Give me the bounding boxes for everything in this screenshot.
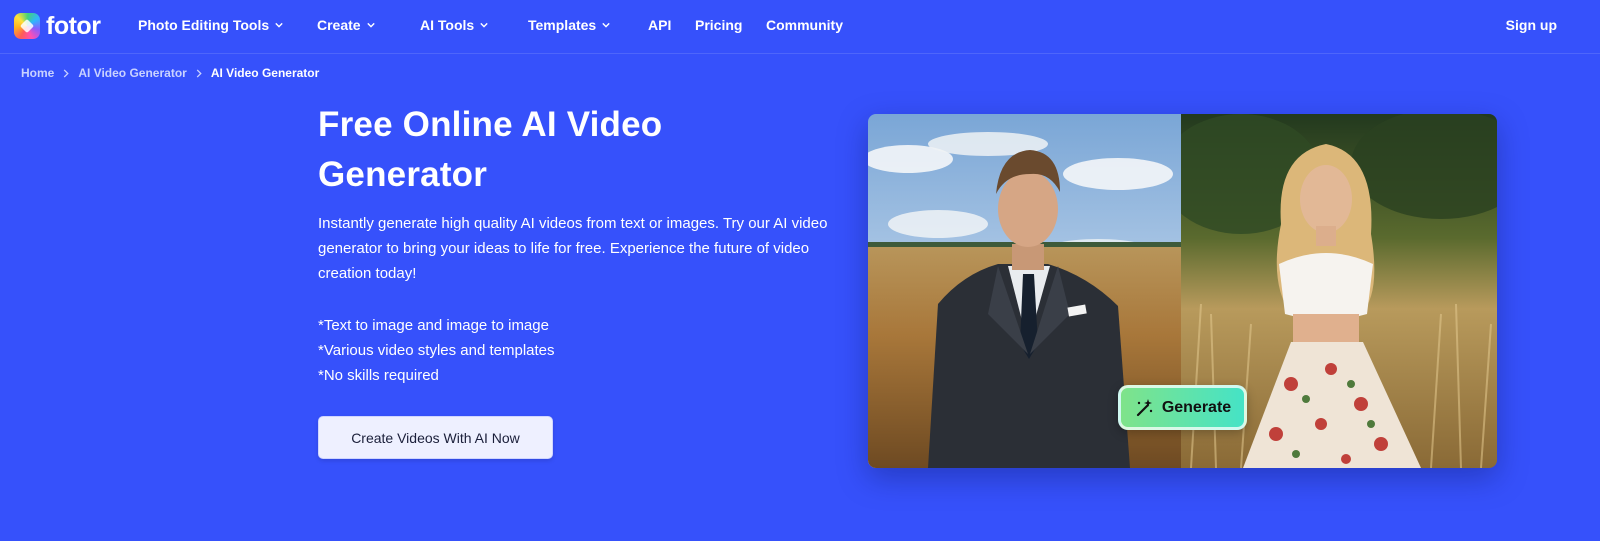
hero-description: Instantly generate high quality AI video… [318, 215, 828, 282]
title-line-2: Generator [318, 155, 488, 194]
feature-item: *Various video styles and templates [318, 342, 555, 359]
signup-link[interactable]: Sign up [1506, 17, 1557, 33]
nav-label: Photo Editing Tools [138, 17, 270, 33]
generate-label: Generate [1161, 398, 1232, 416]
nav-ai-tools[interactable]: AI Tools [420, 17, 488, 33]
nav-photo-editing-tools[interactable]: Photo Editing Tools [138, 17, 283, 33]
chevron-right-icon [196, 68, 202, 78]
feature-list: *Text to image and image to image *Vario… [318, 313, 555, 388]
logo-text: fotor [46, 11, 101, 40]
breadcrumb-ai-video-generator[interactable]: AI Video Generator [78, 66, 186, 80]
fotor-logo[interactable]: fotor [14, 11, 101, 40]
chevron-down-icon [480, 22, 488, 28]
nav-label: Templates [528, 17, 597, 33]
nav-templates[interactable]: Templates [528, 17, 610, 33]
chevron-down-icon [275, 22, 283, 28]
title-line-1: Free Online AI Video [318, 105, 663, 144]
magic-wand-icon [1136, 398, 1153, 416]
nav-label: AI Tools [420, 17, 475, 33]
feature-item: *Text to image and image to image [318, 317, 549, 334]
nav-label: Create [317, 17, 361, 33]
nav-label: Pricing [695, 17, 743, 33]
chevron-down-icon [602, 22, 610, 28]
nav-pricing[interactable]: Pricing [695, 17, 742, 33]
nav-label: Community [766, 17, 843, 33]
breadcrumb: Home AI Video Generator AI Video Generat… [21, 66, 319, 80]
generate-button[interactable]: Generate [1118, 385, 1247, 430]
chevron-down-icon [366, 22, 375, 28]
create-videos-button[interactable]: Create Videos With AI Now [318, 416, 553, 459]
fotor-logo-icon [14, 13, 40, 39]
top-navbar: fotor Photo Editing Tools Create AI Tool… [0, 0, 1600, 54]
breadcrumb-home[interactable]: Home [21, 66, 54, 80]
nav-api[interactable]: API [648, 17, 671, 33]
nav-community[interactable]: Community [766, 17, 843, 33]
nav-create[interactable]: Create [317, 17, 375, 33]
nav-label: API [648, 17, 672, 33]
page-title: Free Online AI Video Generator [318, 100, 748, 200]
breadcrumb-current: AI Video Generator [210, 66, 320, 80]
chevron-right-icon [64, 68, 70, 78]
feature-item: *No skills required [318, 367, 439, 384]
